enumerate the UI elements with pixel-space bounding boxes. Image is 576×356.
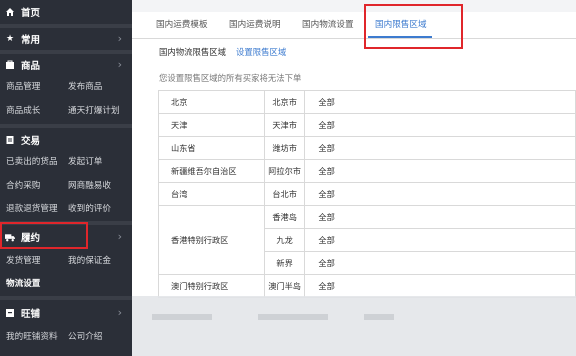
overlay-blur bbox=[258, 314, 328, 320]
table-row: 台湾 台北市 全部 bbox=[158, 182, 576, 206]
sidebar-row: 退款退货管理 收到的评价 bbox=[0, 198, 132, 218]
sidebar-row: 物流设置 bbox=[0, 273, 132, 293]
table-row: 天津 天津市 全部 bbox=[158, 113, 576, 137]
sidebar-section-wangpu[interactable]: 旺铺 › bbox=[0, 302, 132, 324]
chevron-right-icon: › bbox=[117, 32, 122, 45]
restricted-zones-table: 北京 北京市 全部 天津 天津市 全部 山东省 潍坊市 全部 新疆维吾尔自治区 阿拉尔市 全部 台湾 台北… bbox=[158, 90, 576, 298]
table-row: 澳门特别行政区 澳门半岛 全部 bbox=[158, 274, 576, 298]
table-row: 北京 北京市 全部 bbox=[158, 90, 576, 114]
sidebar-item-sold-goods[interactable]: 已卖出的货品 bbox=[6, 155, 58, 167]
goods-icon bbox=[5, 60, 15, 70]
scope-cell: 全部 bbox=[304, 182, 576, 206]
city-cell: 北京市 bbox=[263, 90, 306, 114]
sidebar-item-create-order[interactable]: 发起订单 bbox=[68, 155, 102, 167]
chevron-right-icon: › bbox=[117, 58, 122, 71]
city-cell: 潍坊市 bbox=[263, 136, 306, 160]
tab-shipping-description[interactable]: 国内运费说明 bbox=[229, 18, 281, 30]
chevron-right-icon: › bbox=[117, 230, 122, 243]
city-cell: 阿拉尔市 bbox=[263, 159, 306, 183]
sidebar-item-tongtian-plan[interactable]: 通天打爆计划 bbox=[68, 104, 120, 116]
sidebar-home-label: 首页 bbox=[21, 8, 41, 19]
set-restricted-area-link[interactable]: 设置限售区域 bbox=[236, 46, 286, 58]
sidebar-row: 已卖出的货品 发起订单 bbox=[0, 151, 132, 171]
province-cell: 澳门特别行政区 bbox=[158, 274, 265, 298]
chevron-right-icon: › bbox=[117, 306, 122, 319]
sidebar-item-goods-growth[interactable]: 商品成长 bbox=[6, 104, 40, 116]
sidebar-row: 我的旺铺资料 公司介绍 bbox=[0, 326, 132, 346]
overlay-blur bbox=[152, 314, 212, 320]
highlight-box bbox=[364, 4, 463, 49]
province-cell: 天津 bbox=[158, 113, 265, 137]
sidebar-item-received-reviews[interactable]: 收到的评价 bbox=[68, 202, 111, 214]
trade-icon bbox=[5, 135, 15, 145]
province-cell: 香港特别行政区 bbox=[158, 205, 265, 275]
scope-cell: 全部 bbox=[304, 159, 576, 183]
sidebar-section-common[interactable]: ★ 常用 › bbox=[0, 28, 132, 50]
city-cell: 九龙 bbox=[263, 228, 306, 252]
city-cell: 台北市 bbox=[263, 182, 306, 206]
sidebar-item-finance[interactable]: 网商融易收 bbox=[68, 179, 111, 191]
divider bbox=[0, 124, 132, 128]
sidebar-wangpu-label: 旺铺 bbox=[21, 309, 41, 320]
top-strip bbox=[132, 0, 576, 12]
sidebar-row: 发货管理 我的保证金 bbox=[0, 250, 132, 270]
sidebar-item-refund-manage[interactable]: 退款退货管理 bbox=[6, 202, 58, 214]
city-cell: 澳门半岛 bbox=[263, 274, 306, 298]
sidebar-goods-label: 商品 bbox=[21, 61, 41, 72]
shop-icon bbox=[5, 308, 15, 318]
sidebar-item-contract-purchase[interactable]: 合约采购 bbox=[6, 179, 40, 191]
province-cell: 山东省 bbox=[158, 136, 265, 160]
info-note: 您设置限售区域的所有买家将无法下单 bbox=[159, 73, 302, 83]
table-row: 山东省 潍坊市 全部 bbox=[158, 136, 576, 160]
highlight-box bbox=[0, 222, 88, 249]
scope-cell: 全部 bbox=[304, 90, 576, 114]
province-cell: 台湾 bbox=[158, 182, 265, 206]
sidebar-row: 商品成长 通天打爆计划 bbox=[0, 100, 132, 120]
breadcrumb: 国内物流限售区域 bbox=[159, 47, 226, 57]
tab-bar: 国内运费模板 国内运费说明 国内物流设置 国内限售区域 bbox=[132, 12, 576, 39]
sidebar: 首页 ★ 常用 › 商品 › 商品管理 发布商品 商品成长 通天打爆计划 交易 … bbox=[0, 0, 132, 356]
sidebar-trade-label: 交易 bbox=[21, 136, 41, 147]
tab-shipping-template[interactable]: 国内运费模板 bbox=[156, 18, 208, 30]
dim-overlay bbox=[132, 296, 576, 356]
city-cell: 新界 bbox=[263, 251, 306, 275]
sidebar-item-deposit[interactable]: 我的保证金 bbox=[68, 254, 111, 266]
table-row: 香港特别行政区 香港岛 全部 bbox=[158, 205, 576, 275]
sidebar-item-goods-manage[interactable]: 商品管理 bbox=[6, 80, 40, 92]
star-icon: ★ bbox=[5, 34, 15, 44]
province-cell: 北京 bbox=[158, 90, 265, 114]
sidebar-item-shop-profile[interactable]: 我的旺铺资料 bbox=[6, 330, 58, 342]
sidebar-item-company-intro[interactable]: 公司介绍 bbox=[68, 330, 102, 342]
divider bbox=[0, 296, 132, 300]
sidebar-section-trade[interactable]: 交易 bbox=[0, 129, 132, 151]
province-cell: 新疆维吾尔自治区 bbox=[158, 159, 265, 183]
sidebar-section-goods[interactable]: 商品 › bbox=[0, 54, 132, 76]
sidebar-section-home[interactable]: 首页 bbox=[0, 1, 132, 23]
tab-logistics-settings[interactable]: 国内物流设置 bbox=[302, 18, 354, 30]
city-cell: 香港岛 bbox=[263, 205, 306, 229]
scope-cell: 全部 bbox=[304, 205, 576, 229]
sidebar-row: 合约采购 网商融易收 bbox=[0, 175, 132, 195]
scope-cell: 全部 bbox=[304, 136, 576, 160]
scope-cell: 全部 bbox=[304, 251, 576, 275]
sidebar-common-label: 常用 bbox=[21, 35, 41, 46]
scope-cell: 全部 bbox=[304, 228, 576, 252]
home-icon bbox=[5, 7, 15, 17]
sidebar-item-publish-goods[interactable]: 发布商品 bbox=[68, 80, 102, 92]
city-cell: 天津市 bbox=[263, 113, 306, 137]
overlay-blur bbox=[364, 314, 394, 320]
sidebar-row: 商品管理 发布商品 bbox=[0, 76, 132, 96]
table-row: 新疆维吾尔自治区 阿拉尔市 全部 bbox=[158, 159, 576, 183]
scope-cell: 全部 bbox=[304, 274, 576, 298]
sidebar-item-logistics-settings[interactable]: 物流设置 bbox=[6, 277, 40, 289]
scope-cell: 全部 bbox=[304, 113, 576, 137]
sidebar-item-shipping-manage[interactable]: 发货管理 bbox=[6, 254, 40, 266]
